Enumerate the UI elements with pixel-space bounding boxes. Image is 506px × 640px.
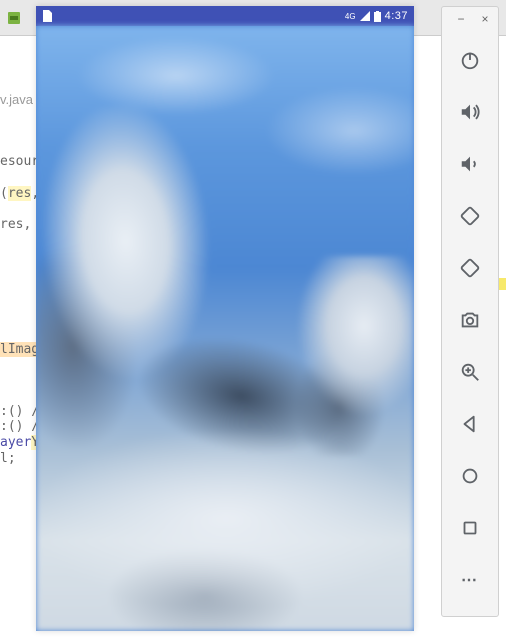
rotate-right-icon xyxy=(459,257,481,279)
home-icon xyxy=(459,465,481,487)
signal-icon xyxy=(360,11,370,21)
rotate-left-icon xyxy=(459,205,481,227)
volume-down-icon xyxy=(459,153,481,175)
minimize-button[interactable]: − xyxy=(450,10,472,28)
zoom-in-icon xyxy=(459,361,481,383)
rotate-left-button[interactable] xyxy=(448,194,492,238)
rotate-right-button[interactable] xyxy=(448,246,492,290)
emulator-screen[interactable]: 4G 4:37 xyxy=(36,6,414,631)
android-statusbar: 4G 4:37 xyxy=(36,6,414,26)
volume-down-button[interactable] xyxy=(448,142,492,186)
volume-up-button[interactable] xyxy=(448,90,492,134)
emulator-toolbar: − × ⋯ xyxy=(441,6,499,617)
screenshot-button[interactable] xyxy=(448,298,492,342)
power-button[interactable] xyxy=(448,38,492,82)
power-icon xyxy=(459,49,481,71)
home-button[interactable] xyxy=(448,454,492,498)
overview-button[interactable] xyxy=(448,506,492,550)
camera-icon xyxy=(459,309,481,331)
battery-icon xyxy=(374,11,381,22)
volume-up-icon xyxy=(459,101,481,123)
clock: 4:37 xyxy=(385,10,408,22)
app-content-image xyxy=(36,26,414,631)
ide-app-icon xyxy=(6,10,22,26)
window-controls: − × xyxy=(442,7,498,34)
overview-icon xyxy=(459,517,481,539)
zoom-button[interactable] xyxy=(448,350,492,394)
sdcard-icon xyxy=(42,10,52,22)
more-button[interactable]: ⋯ xyxy=(448,558,492,602)
back-button[interactable] xyxy=(448,402,492,446)
close-button[interactable]: × xyxy=(474,10,496,28)
network-type-badge: 4G xyxy=(345,12,356,21)
back-icon xyxy=(459,413,481,435)
more-icon: ⋯ xyxy=(461,570,479,590)
